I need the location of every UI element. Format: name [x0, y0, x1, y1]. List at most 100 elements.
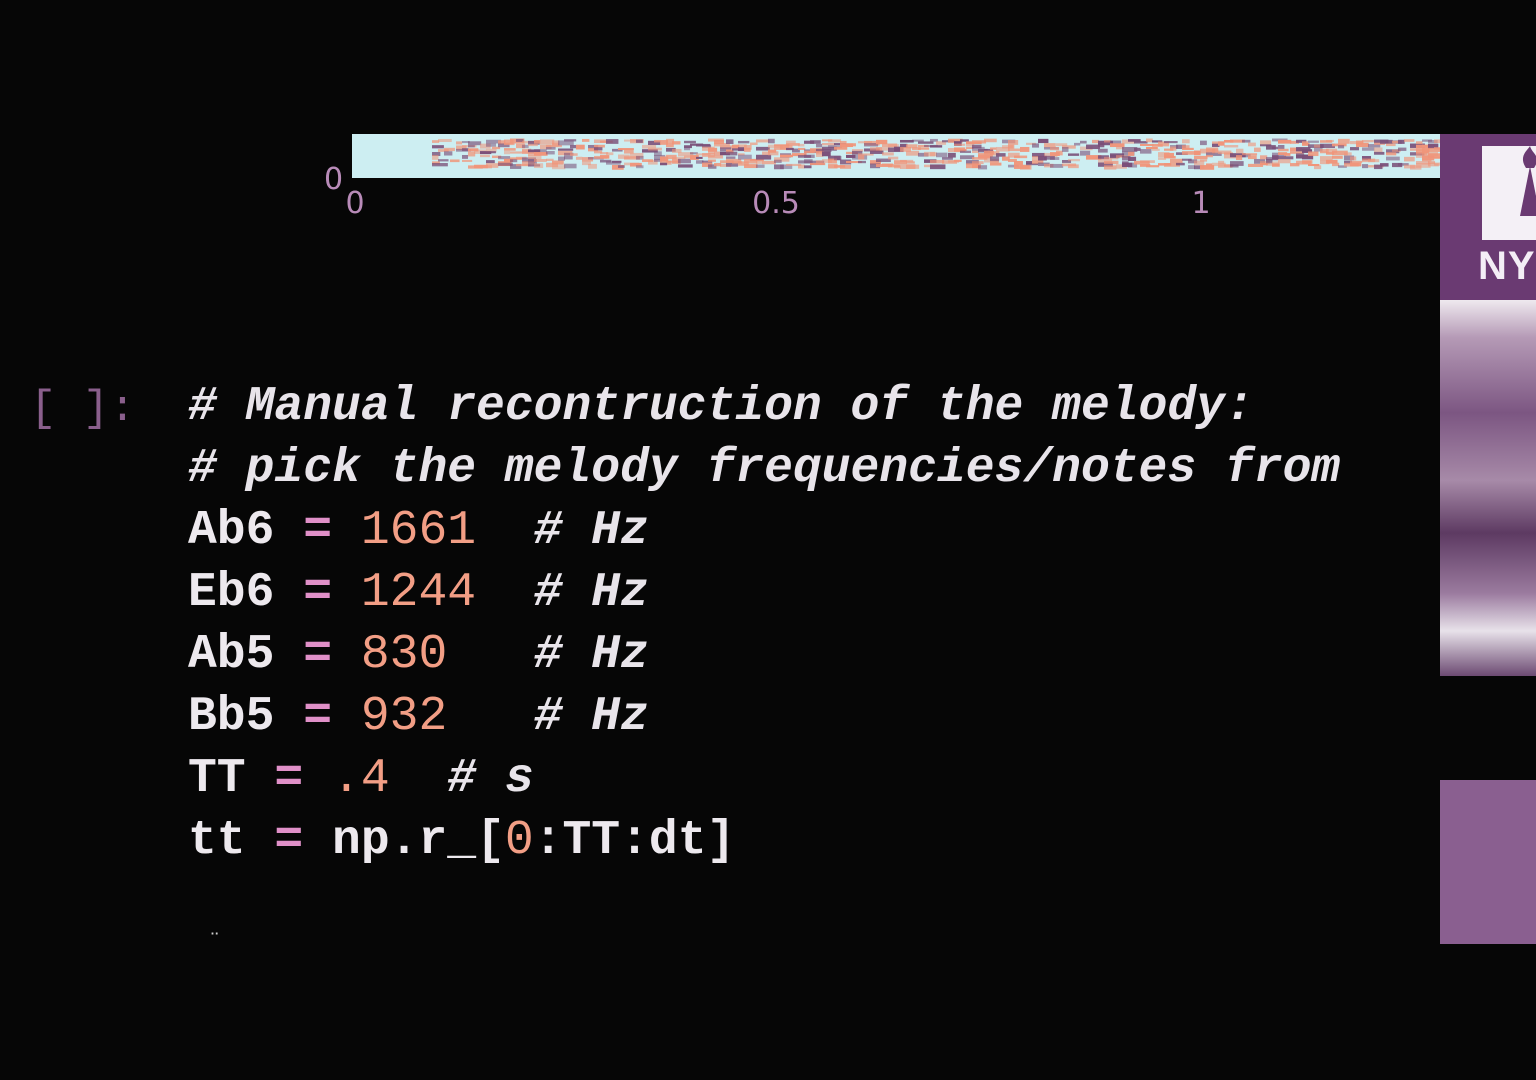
spectrogram-cell — [750, 142, 758, 146]
spectrogram-cell — [1194, 155, 1208, 160]
spectrogram-cell — [594, 144, 605, 148]
spectrogram-cell — [1206, 163, 1213, 167]
code-cell-editor[interactable]: # Manual recontruction of the melody: # p… — [188, 376, 1340, 872]
code-comment: # Hz — [533, 566, 649, 620]
spectrogram-cell — [888, 156, 899, 160]
spectrogram-cell — [876, 147, 890, 151]
spectrogram-cell — [462, 154, 469, 159]
code-operator: = — [303, 690, 333, 744]
spectrogram-cell — [1386, 152, 1397, 156]
spectrogram-cell — [840, 140, 847, 144]
spectrogram-cell — [1344, 152, 1352, 156]
spectrogram-cell — [726, 151, 738, 156]
code-text: Bb5 — [188, 690, 304, 744]
spectrogram-cell — [1176, 162, 1185, 166]
spectrogram-cell — [432, 155, 439, 160]
spectrogram-cell — [834, 146, 848, 150]
spectrogram-cell — [972, 140, 987, 144]
spectrogram-cell — [954, 143, 966, 146]
spectrogram-cell — [840, 164, 851, 169]
spectrogram-cell — [1380, 163, 1389, 167]
spectrogram-cell — [1128, 156, 1137, 161]
spectrogram-cell — [672, 141, 681, 145]
code-comment: # Manual recontruction of the melody: — [188, 380, 1254, 434]
code-number: 1244 — [360, 566, 477, 620]
spectrogram-cell — [780, 154, 793, 158]
spectrogram-cell — [1206, 154, 1213, 158]
spectrogram-cell — [846, 143, 856, 147]
spectrogram-cell — [930, 145, 943, 148]
spectrogram-cell — [1278, 158, 1291, 164]
code-text: Ab5 — [188, 628, 304, 682]
spectrogram-cell — [1200, 159, 1208, 162]
brand-text: NY — [1478, 244, 1536, 288]
spectrogram-cell — [648, 147, 662, 151]
code-line: Ab6 = 1661 # Hz — [188, 500, 1340, 562]
spectrogram-cell — [804, 165, 812, 169]
spectrogram-cell — [1320, 156, 1333, 161]
spectrogram-cell — [1218, 160, 1225, 165]
spectrogram-cell — [534, 152, 548, 156]
spectrogram-cell — [912, 139, 924, 142]
spectrogram-cell — [486, 160, 495, 164]
spectrogram-cell — [1014, 160, 1023, 166]
spectrogram-cell — [444, 147, 455, 152]
spectrogram-cell — [858, 160, 866, 164]
spectrogram-cell — [756, 164, 765, 168]
code-operator: = — [274, 752, 304, 806]
spectrogram-cell — [438, 159, 449, 162]
code-text: Eb6 — [188, 566, 304, 620]
y-tick-label: 0 — [324, 162, 344, 197]
spectrogram-cell — [504, 150, 511, 155]
spectrogram-cell — [894, 165, 901, 169]
code-text: TT — [188, 752, 275, 806]
panel-footer — [1440, 780, 1536, 944]
spectrogram-cell — [546, 146, 556, 150]
spectrogram-cell — [576, 144, 585, 150]
spectrogram-cell — [1182, 151, 1196, 155]
code-text: np.r_[ — [303, 814, 505, 868]
spectrogram-cell — [1362, 139, 1374, 143]
spectrogram-cell — [1020, 146, 1030, 152]
spectrogram-cell — [1104, 165, 1117, 170]
spectrogram-cell — [1248, 142, 1256, 147]
spectrogram-cell — [918, 141, 934, 144]
spectrogram-cell — [552, 165, 566, 170]
spectrogram-cell — [768, 151, 779, 156]
spectrogram-cell — [810, 140, 821, 144]
panel-gap — [1440, 676, 1536, 780]
spectrogram-cell — [1404, 156, 1415, 162]
code-number: 1661 — [360, 504, 477, 558]
spectrogram-cell — [906, 161, 915, 164]
spectrogram-cell — [1326, 139, 1334, 143]
spectrogram-cell — [1266, 162, 1273, 166]
spectrogram-cell — [606, 152, 614, 156]
spectrogram-cell — [762, 160, 776, 165]
spectrogram-cell — [1104, 140, 1111, 143]
spectrogram-cell — [1350, 162, 1362, 167]
spectrogram-cell — [774, 159, 782, 164]
spectrogram-cell — [1254, 147, 1261, 152]
spectrogram-cell — [1134, 141, 1148, 144]
spectrogram-cell — [816, 143, 823, 148]
spectrogram-cell — [1164, 155, 1176, 159]
spectrogram-cell — [1140, 160, 1155, 163]
code-comment: # Hz — [533, 690, 649, 744]
spectrogram-cell — [972, 150, 979, 154]
spectrogram-cell — [804, 154, 815, 158]
spectrogram-cell — [654, 139, 661, 143]
spectrogram-cell — [726, 156, 736, 159]
spectrogram-cell — [1218, 141, 1225, 146]
spectrogram-cell — [1050, 157, 1060, 160]
spectrogram-cell — [660, 162, 668, 166]
spectrogram-cell — [1140, 149, 1152, 154]
spectrogram-cell — [564, 163, 577, 169]
spectrogram-cell — [828, 139, 842, 143]
spectrogram-cell — [1212, 149, 1219, 154]
spectrogram-cell — [1200, 140, 1207, 146]
